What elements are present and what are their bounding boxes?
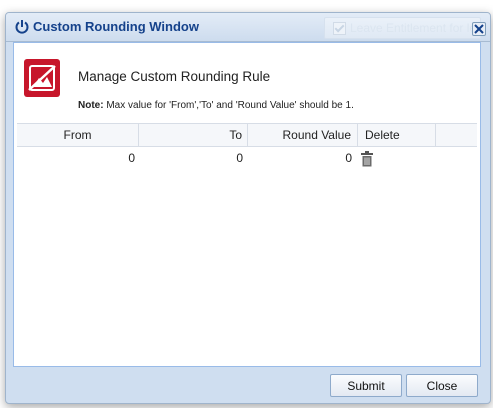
- close-button[interactable]: Close: [406, 374, 478, 397]
- background-checkbox: [333, 22, 346, 35]
- window-footer: Submit Close: [6, 367, 490, 403]
- trash-icon[interactable]: [360, 151, 374, 167]
- rounding-rules-grid: From To Round Value Delete 0 0 0: [17, 123, 477, 169]
- column-header-delete[interactable]: Delete: [358, 124, 436, 146]
- close-icon: [474, 24, 484, 34]
- power-icon: [14, 19, 30, 35]
- cell-to[interactable]: 0: [139, 147, 243, 169]
- cell-round-value[interactable]: 0: [248, 147, 352, 169]
- column-header-filler: [436, 124, 477, 146]
- background-checkbox-label: Leave Entitlement for le: [350, 21, 477, 35]
- background-leave-entitlement-field: Leave Entitlement for le: [324, 17, 481, 39]
- note-body: Max value for 'From','To' and 'Round Val…: [103, 100, 354, 111]
- column-header-round-value[interactable]: Round Value: [248, 124, 358, 146]
- grid-header: From To Round Value Delete: [17, 123, 477, 147]
- window-title: Custom Rounding Window: [33, 19, 199, 34]
- table-row[interactable]: 0 0 0: [17, 147, 477, 169]
- cell-from[interactable]: 0: [17, 147, 135, 169]
- custom-rounding-window: Custom Rounding Window Leave Entitlement…: [5, 12, 491, 404]
- window-titlebar[interactable]: Custom Rounding Window Leave Entitlement…: [6, 13, 490, 42]
- window-body: Manage Custom Rounding Rule Note: Max va…: [13, 42, 481, 367]
- submit-button[interactable]: Submit: [330, 374, 402, 397]
- no-image-icon: [24, 59, 60, 97]
- page-heading: Manage Custom Rounding Rule: [78, 69, 271, 84]
- column-header-from[interactable]: From: [17, 124, 139, 146]
- window-close-button[interactable]: [472, 22, 486, 36]
- note-text: Note: Max value for 'From','To' and 'Rou…: [78, 100, 354, 111]
- note-label: Note:: [78, 100, 104, 111]
- column-header-to[interactable]: To: [139, 124, 248, 146]
